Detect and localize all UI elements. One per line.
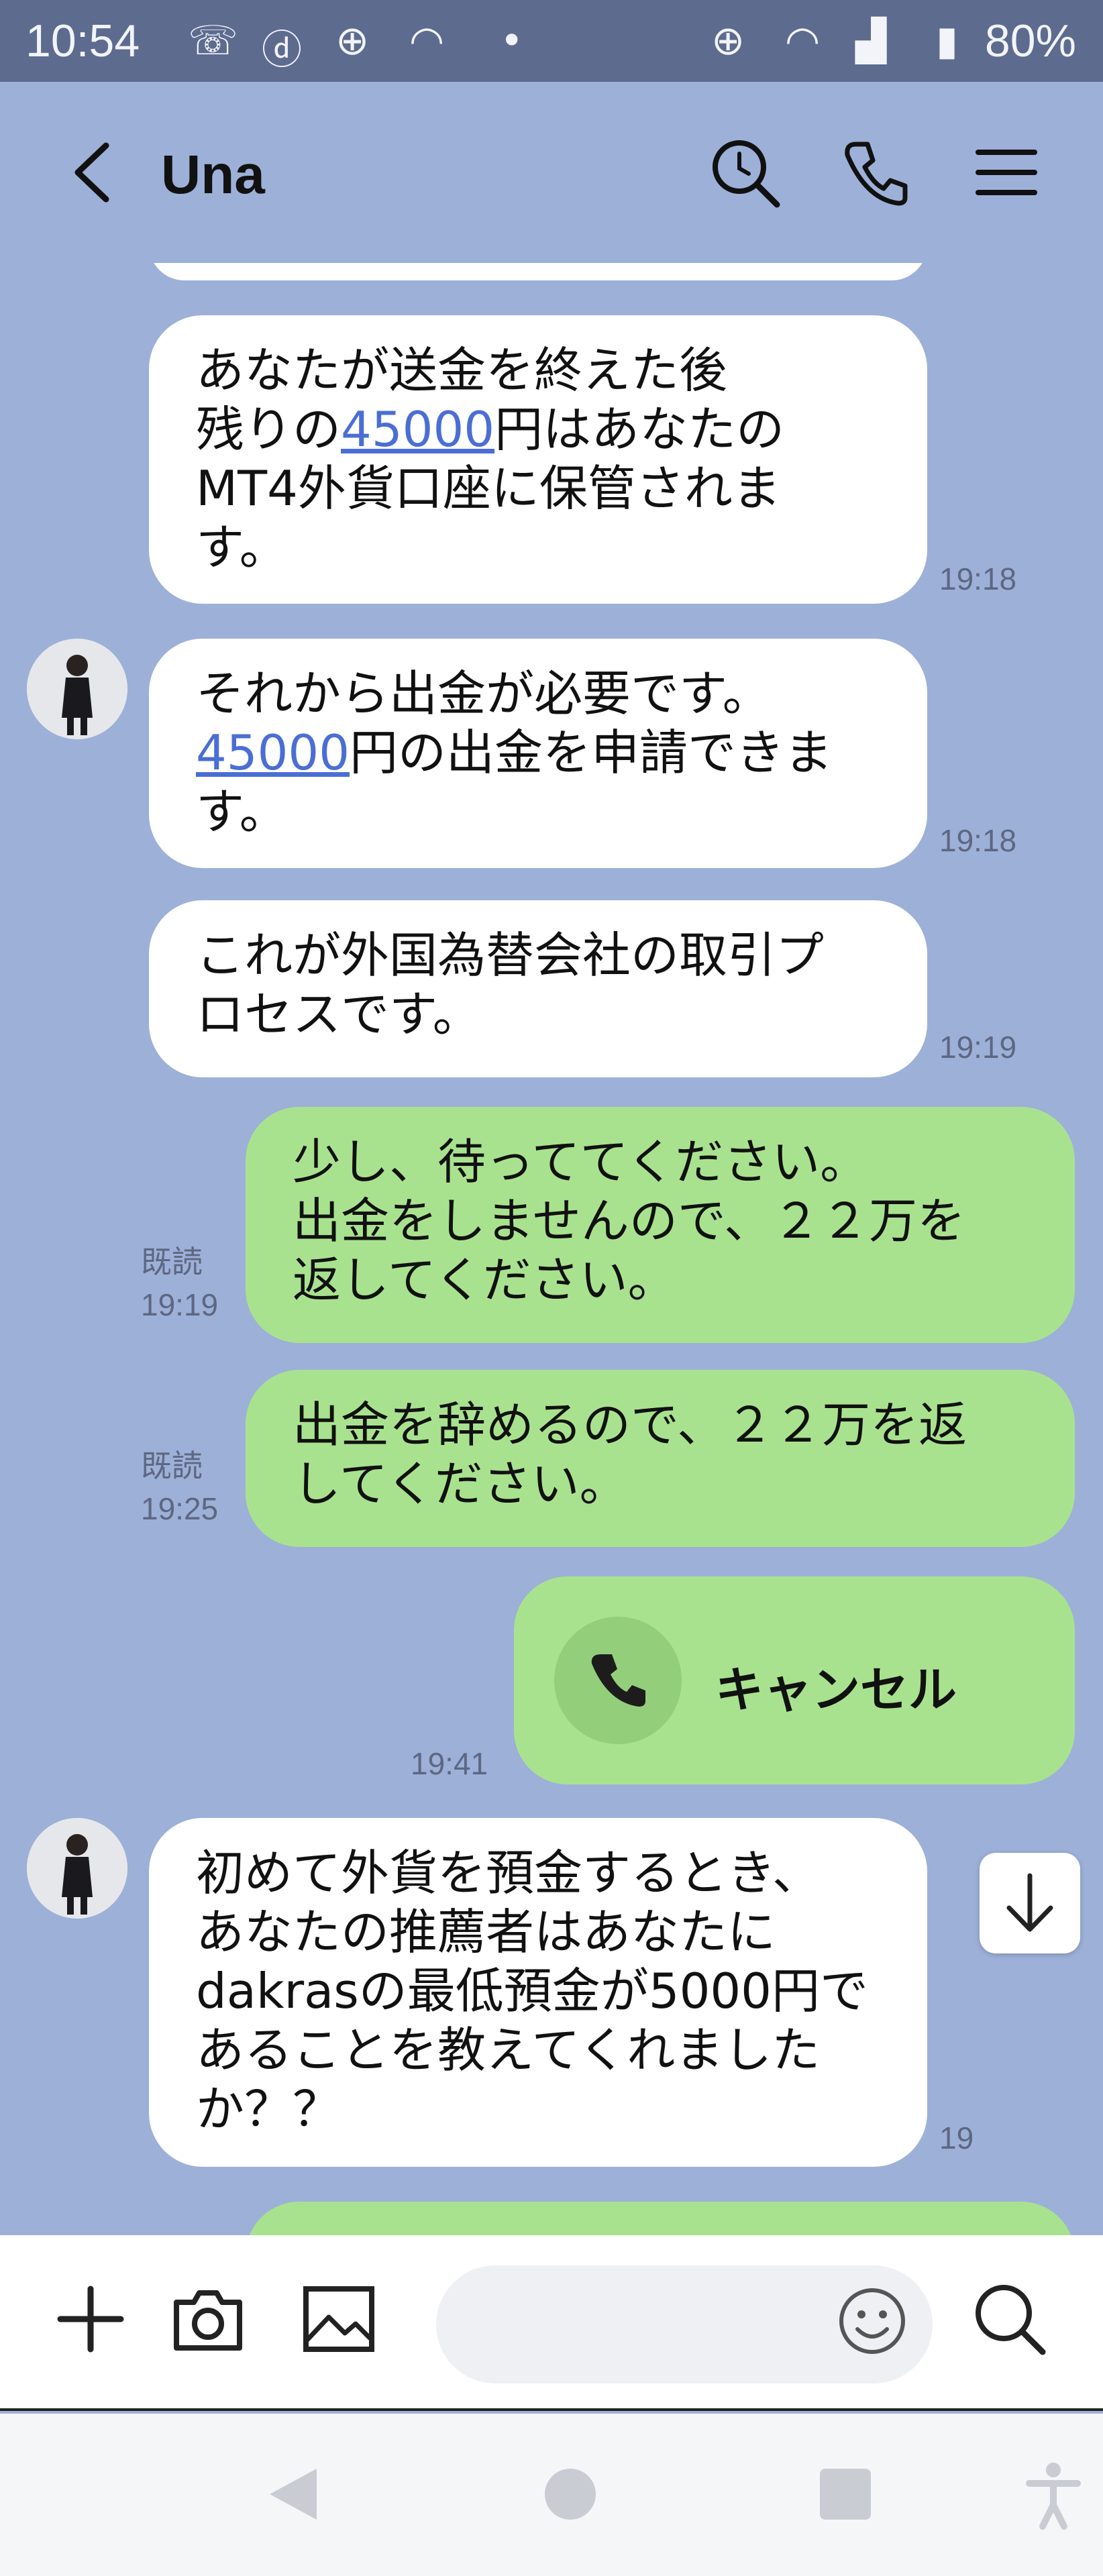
avatar[interactable] [27, 1818, 127, 1919]
status-bar: 10:54 ☏ ⓓ ⊕ ◠ • ⊕ ◠ ▟ ▮ 80% [0, 0, 1103, 82]
message-time: 19:25 [141, 1491, 219, 1526]
message-bubble-incoming[interactable]: これが外国為替会社の取引プ ロセスです。 [149, 900, 927, 1077]
phone-icon[interactable] [835, 132, 916, 213]
message-bubble-incoming[interactable]: あなたが送金を終えた後 残りの45000円はあなたの MT4外貨口座に保管されま… [149, 315, 927, 604]
dot-icon: • [500, 17, 524, 64]
message-bubble-outgoing[interactable]: 少し、待っててください。 出金をしませんので、２２万を 返してください。 [246, 1107, 1075, 1343]
emoji-icon[interactable] [832, 2281, 912, 2361]
message-bubble-outgoing[interactable]: 出金を辞めるので、２２万を返 してください。 [246, 1370, 1075, 1547]
message-time: 19:19 [141, 1287, 219, 1322]
message-time: 19:41 [411, 1746, 488, 1781]
back-arrow-icon[interactable] [54, 132, 134, 213]
read-receipt: 既読 [141, 1244, 203, 1279]
cell-signal-icon: ▟ [855, 17, 887, 64]
search-icon[interactable] [966, 2275, 1053, 2363]
amount-link[interactable]: 45000 [196, 724, 350, 781]
nav-home-icon[interactable] [530, 2454, 611, 2534]
nav-recents-icon[interactable] [805, 2454, 886, 2534]
status-time: 10:54 [25, 15, 140, 66]
search-icon[interactable] [704, 132, 785, 213]
phone-icon [554, 1617, 682, 1744]
contact-name: Una [161, 144, 265, 205]
message-time: 19:19 [939, 1030, 1017, 1065]
message-bubble-partial[interactable] [149, 263, 927, 280]
message-time: 19:18 [939, 561, 1017, 596]
nav-back-icon[interactable] [255, 2454, 335, 2534]
chat-message-list[interactable]: あなたが送金を終えた後 残りの45000円はあなたの MT4外貨口座に保管されま… [0, 263, 1103, 2235]
message-input-bar [0, 2235, 1103, 2411]
search-notification-icon: ⊕ [335, 17, 370, 64]
message-bubble-outgoing-partial[interactable] [246, 2202, 1075, 2235]
system-nav-bar [0, 2414, 1103, 2576]
menu-icon[interactable] [966, 132, 1047, 213]
message-time: 19 [939, 2121, 974, 2155]
app-notification-icon: ⓓ [262, 27, 302, 74]
arrow-down-icon [1006, 1873, 1053, 1932]
data-saver-icon: ⊕ [711, 17, 745, 64]
scroll-to-bottom-button[interactable] [980, 1853, 1080, 1953]
amount-link[interactable]: 45000 [341, 401, 494, 458]
message-text-part: それから出金が必要です。 [196, 665, 771, 722]
message-bubble-incoming[interactable]: それから出金が必要です。 45000円の出金を申請できま す。 [149, 639, 927, 868]
image-icon[interactable] [295, 2275, 382, 2363]
call-cancelled-bubble[interactable]: キャンセル [514, 1576, 1075, 1784]
battery-icon: ▮ [936, 17, 959, 64]
wifi-calling-icon: ☏ [188, 17, 239, 64]
camera-icon[interactable] [164, 2275, 252, 2363]
plus-icon[interactable] [47, 2275, 134, 2363]
wifi-signal-icon: ◠ [785, 17, 821, 64]
avatar[interactable] [27, 639, 127, 739]
wifi-status-icon: ◠ [409, 17, 445, 64]
chat-header: Una [0, 82, 1103, 263]
battery-percentage: 80% [984, 15, 1076, 66]
accessibility-icon[interactable] [1013, 2454, 1094, 2534]
message-time: 19:18 [939, 823, 1017, 858]
call-status-label: キャンセル [715, 1662, 957, 1718]
message-bubble-incoming[interactable]: 初めて外貨を預金するとき、 あなたの推薦者はあなたに dakrasの最低預金が5… [149, 1818, 927, 2167]
read-receipt: 既読 [141, 1448, 203, 1483]
